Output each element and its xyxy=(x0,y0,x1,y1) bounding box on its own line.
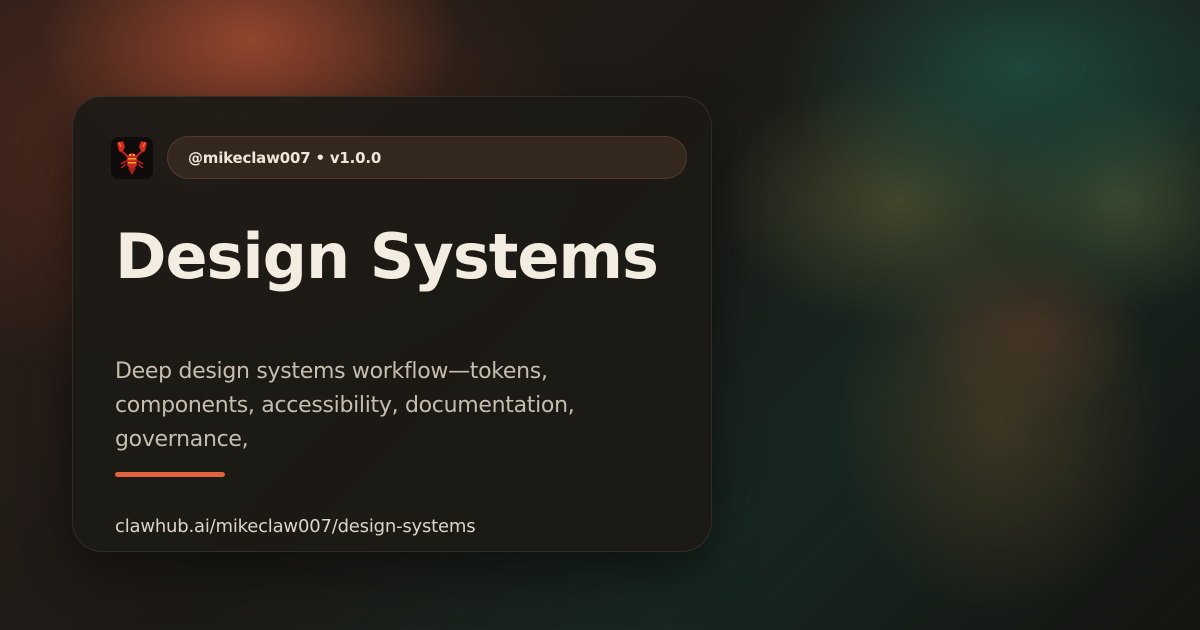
meta-separator: • xyxy=(315,148,325,167)
version-label: v1.0.0 xyxy=(329,148,382,167)
author-handle: @mikeclaw007 xyxy=(188,148,311,167)
skill-title: Design Systems xyxy=(115,220,659,293)
accent-divider xyxy=(115,472,225,477)
og-preview-canvas: @mikeclaw007 • v1.0.0 Design Systems Dee… xyxy=(0,0,1200,630)
author-version-badge: @mikeclaw007 • v1.0.0 xyxy=(167,136,687,179)
skill-url: clawhub.ai/mikeclaw007/design-systems xyxy=(115,516,476,537)
skill-card: @mikeclaw007 • v1.0.0 Design Systems Dee… xyxy=(72,96,712,552)
skill-description: Deep design systems workflow—tokens, com… xyxy=(115,359,575,452)
lobster-icon xyxy=(111,137,153,179)
